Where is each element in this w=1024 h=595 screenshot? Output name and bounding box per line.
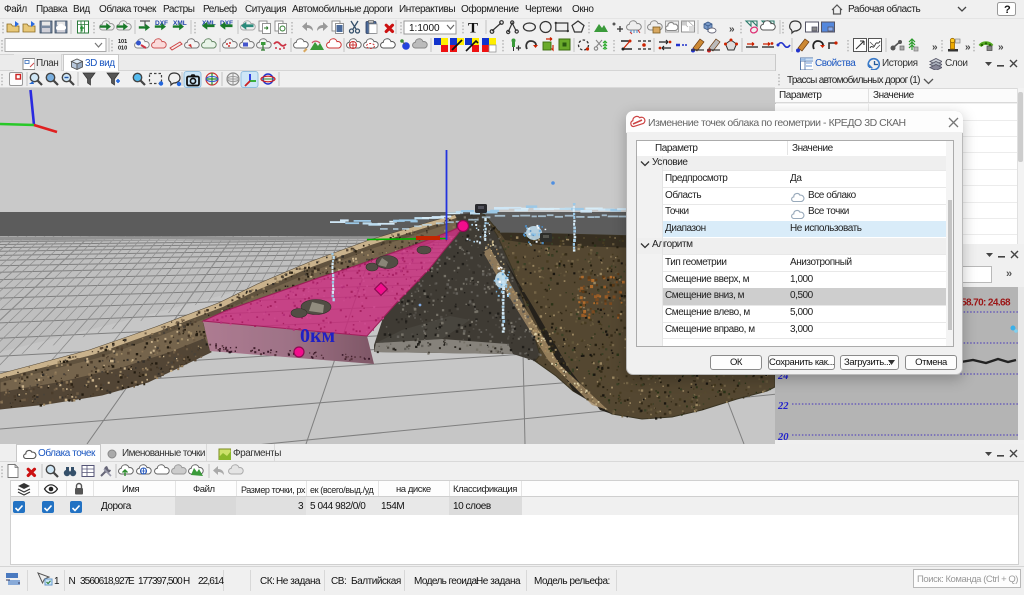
svg-text:1:1000: 1:1000 [409,23,440,34]
svg-text:010: 010 [118,46,127,52]
svg-text:»: » [932,42,938,53]
svg-text:20: 20 [777,432,789,440]
svg-text:22: 22 [777,401,789,412]
svg-text:»: » [998,42,1004,53]
svg-text:101: 101 [118,39,127,45]
svg-text:?: ? [1004,4,1011,16]
svg-text:T: T [468,21,478,37]
svg-text:58.70: 24.68: 58.70: 24.68 [961,298,1011,309]
svg-text:»: » [729,24,735,35]
svg-text:0км: 0км [300,325,335,347]
svg-text:»: » [965,42,971,53]
